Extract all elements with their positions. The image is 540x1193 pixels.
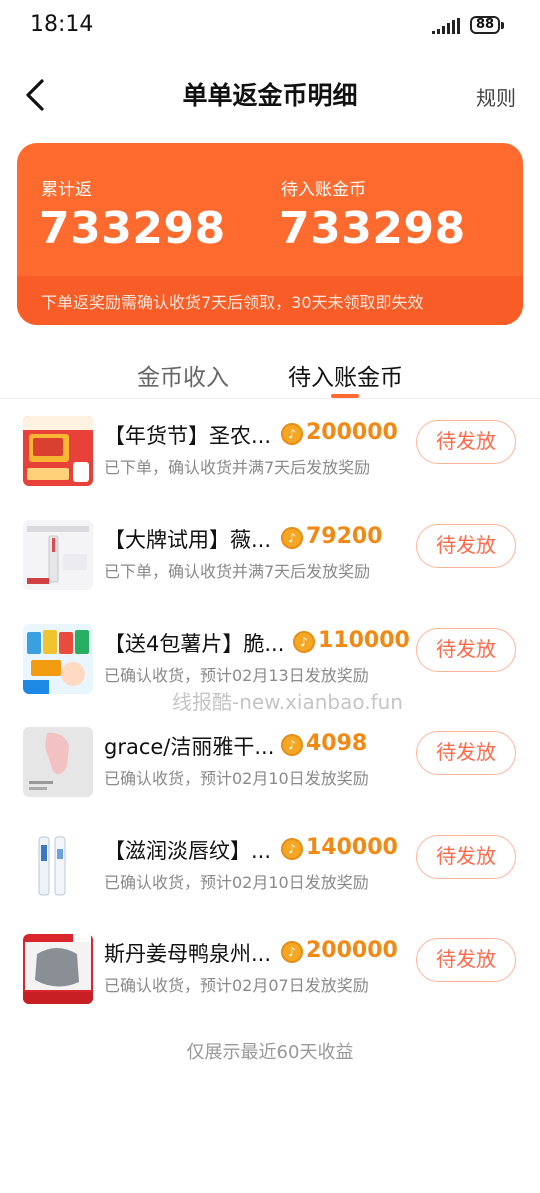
coin-amount: 4098 [306, 731, 368, 756]
coin-amount: 79200 [306, 524, 383, 549]
coin-icon: ♪ [281, 838, 303, 860]
status-time: 18:14 [30, 12, 94, 37]
tab-divider [0, 398, 540, 399]
reward-status: 已下单，确认收货并满7天后发放奖励 [104, 458, 371, 477]
product-name: 【大牌试用】薇... [104, 528, 272, 552]
pending-button[interactable]: 待发放 [416, 628, 516, 672]
page-title: 单单返金币明细 [182, 81, 358, 110]
product-name: grace/洁丽雅干... [104, 735, 275, 759]
product-thumbnail [23, 831, 93, 901]
watermark: 线报酷-new.xianbao.fun [172, 690, 403, 714]
coin-amount: 200000 [306, 420, 398, 445]
coin-icon: ♪ [281, 734, 303, 756]
pending-button[interactable]: 待发放 [416, 835, 516, 879]
pending-button[interactable]: 待发放 [416, 731, 516, 775]
coin-icon: ♪ [293, 631, 315, 653]
product-name: 斯丹姜母鸭泉州... [104, 942, 272, 966]
reward-status: 已确认收货，预计02月13日发放奖励 [104, 666, 369, 685]
signal-icon [432, 18, 460, 34]
total-value: 733298 [39, 203, 226, 254]
total-label: 累计返 [41, 180, 92, 200]
product-thumbnail [23, 416, 93, 486]
reward-status: 已下单，确认收货并满7天后发放奖励 [104, 562, 371, 581]
summary-card: 累计返 733298 待入账金币 733298 下单返奖励需确认收货7天后领取，… [17, 143, 523, 325]
pending-button[interactable]: 待发放 [416, 938, 516, 982]
summary-note: 下单返奖励需确认收货7天后领取，30天未领取即失效 [41, 293, 424, 312]
product-thumbnail [23, 520, 93, 590]
product-thumbnail [23, 727, 93, 797]
reward-status: 已确认收货，预计02月10日发放奖励 [104, 873, 369, 892]
product-name: 【年货节】圣农... [104, 424, 272, 448]
footer-note: 仅展示最近60天收益 [186, 1042, 354, 1063]
pending-button[interactable]: 待发放 [416, 420, 516, 464]
battery-icon: 88 [470, 16, 506, 36]
reward-status: 已确认收货，预计02月10日发放奖励 [104, 769, 369, 788]
list-item[interactable]: 【年货节】圣农... ♪ 200000 已下单，确认收货并满7天后发放奖励 待发… [0, 416, 540, 512]
battery-level: 88 [475, 17, 495, 32]
pending-label: 待入账金币 [281, 180, 366, 200]
coin-amount: 140000 [306, 835, 398, 860]
reward-status: 已确认收货，预计02月07日发放奖励 [104, 976, 369, 995]
list-item[interactable]: 【滋润淡唇纹】... ♪ 140000 已确认收货，预计02月10日发放奖励 待… [0, 831, 540, 927]
coin-icon: ♪ [281, 423, 303, 445]
coin-icon: ♪ [281, 527, 303, 549]
coin-amount: 200000 [306, 938, 398, 963]
pending-value: 733298 [279, 203, 466, 254]
coin-icon: ♪ [281, 941, 303, 963]
product-thumbnail [23, 934, 93, 1004]
tab-bar: 金币收入 待入账金币 [0, 350, 540, 398]
list-item[interactable]: grace/洁丽雅干... ♪ 4098 已确认收货，预计02月10日发放奖励 … [0, 727, 540, 823]
status-bar: 18:14 88 [0, 0, 540, 56]
list-item[interactable]: 斯丹姜母鸭泉州... ♪ 200000 已确认收货，预计02月07日发放奖励 待… [0, 934, 540, 1030]
rules-link[interactable]: 规则 [476, 82, 516, 111]
tab-coin-income[interactable]: 金币收入 [137, 358, 229, 392]
pending-button[interactable]: 待发放 [416, 524, 516, 568]
nav-bar: 单单返金币明细 规则 [0, 62, 540, 128]
tab-pending-coins[interactable]: 待入账金币 [288, 358, 403, 392]
list-item[interactable]: 【大牌试用】薇... ♪ 79200 已下单，确认收货并满7天后发放奖励 待发放 [0, 520, 540, 616]
product-thumbnail [23, 624, 93, 694]
coin-amount: 110000 [318, 628, 410, 653]
product-name: 【滋润淡唇纹】... [104, 839, 272, 863]
product-name: 【送4包薯片】脆... [104, 632, 285, 656]
